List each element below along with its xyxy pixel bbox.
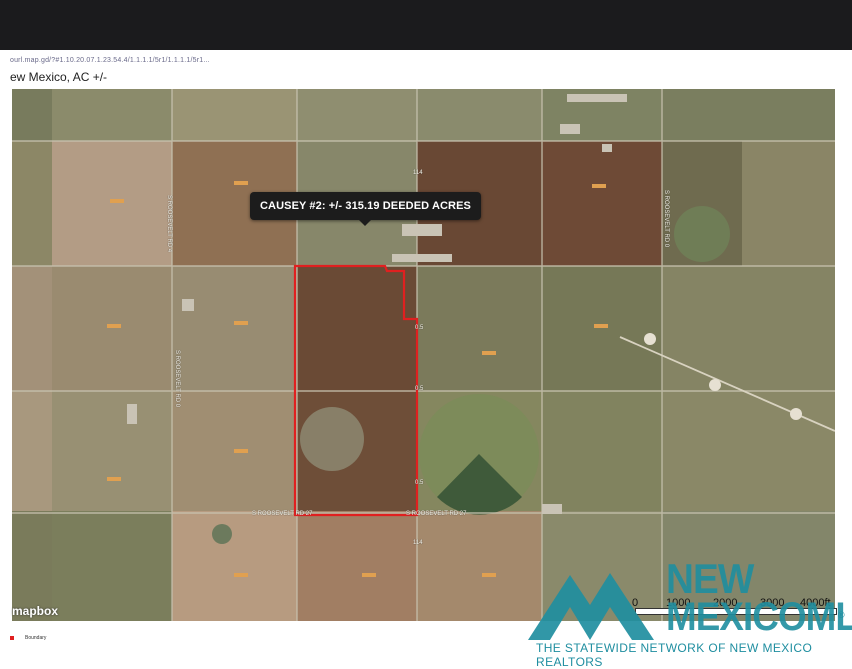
road-label: S ROOSEVELT RD 4 <box>166 195 172 253</box>
satellite-map[interactable] <box>12 89 835 621</box>
route-marker: 114 <box>413 540 423 546</box>
map-imagery <box>12 89 835 621</box>
page-title: ew Mexico, AC +/- <box>10 70 108 84</box>
route-marker: 114 <box>413 170 423 176</box>
road-label: S ROOSEVELT RD 0 <box>663 190 669 248</box>
route-marker: 0.5 <box>415 325 424 331</box>
road-label: S ROOSEVELT RD 27 <box>252 511 313 517</box>
logo-text-mexicomls: MEXICOMLS <box>666 595 852 639</box>
route-marker: 0.5 <box>415 480 424 486</box>
mapbox-logo-icon <box>0 606 9 616</box>
top-bar <box>0 0 852 50</box>
mapbox-attribution[interactable]: mapbox <box>12 604 58 618</box>
boundary-legend-label: Boundary <box>25 635 47 641</box>
route-marker: 0.5 <box>415 386 424 392</box>
road-label: S ROOSEVELT RD 0 <box>174 350 180 408</box>
parcel-callout[interactable]: CAUSEY #2: +/- 315.19 DEEDED ACRES <box>250 192 481 226</box>
road-label: S ROOSEVELT RD 27 <box>406 511 467 517</box>
registered-mark: ® <box>838 610 845 620</box>
map-url: ourl.map.gd/?#1.10.20.07.1.23.54.4/1.1.1… <box>10 57 210 64</box>
boundary-legend-swatch <box>10 636 14 640</box>
logo-tagline: THE STATEWIDE NETWORK OF NEW MEXICO REAL… <box>536 641 813 669</box>
